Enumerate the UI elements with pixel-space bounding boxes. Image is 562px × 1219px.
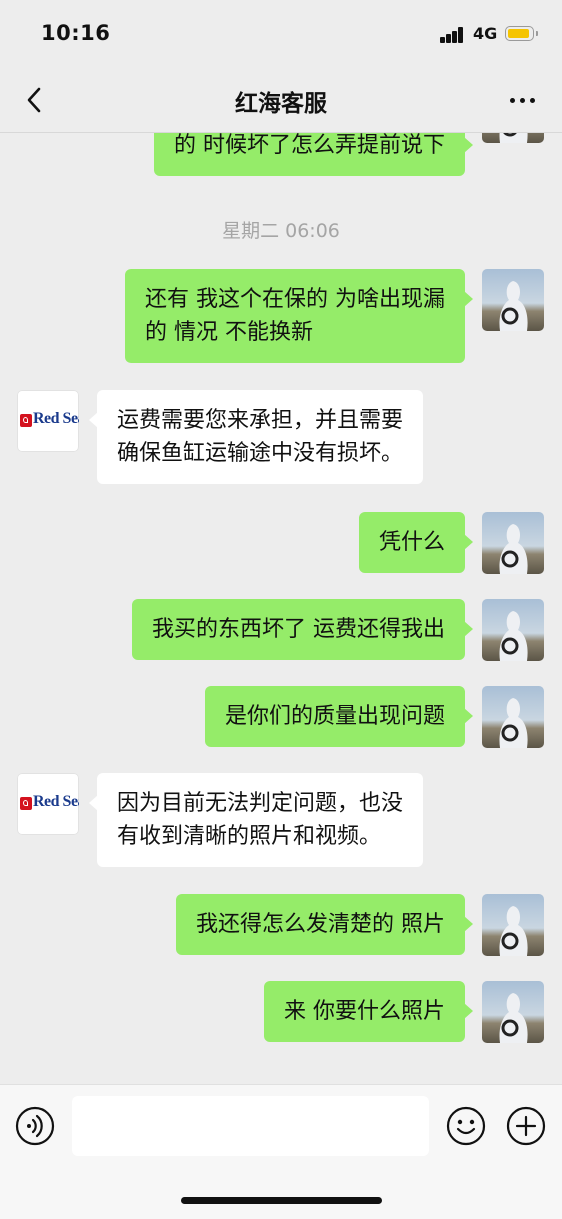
avatar[interactable] [482,599,544,661]
avatar[interactable] [482,981,544,1043]
avatar[interactable]: Red Sea [17,390,79,452]
page-title: 红海客服 [235,91,327,117]
battery-icon [505,26,538,41]
message-bubble[interactable]: 是你们的质量出现问题 [204,686,474,747]
message-bubble[interactable]: 还有 我这个在保的 为啥出现漏 的 情况 不能换新 [125,269,473,363]
avatar[interactable] [482,686,544,748]
message-input[interactable] [72,1096,429,1156]
network-type: 4G [473,24,498,43]
more-dots-icon[interactable] [504,86,540,114]
brand-logo-text: Red Sea [33,410,79,427]
message-bubble[interactable]: 我买的东西坏了 运费还得我出 [132,599,473,660]
signal-icon [440,27,468,43]
message-bubble[interactable]: 来 你要什么照片 [264,981,473,1042]
message-bubble[interactable]: 凭什么 [358,512,474,573]
redsea-logo-icon [20,414,32,427]
message-bubble[interactable]: 我还得怎么发清楚的 照片 [176,894,473,955]
nav-bar: 红海客服 [0,70,562,133]
avatar[interactable] [482,512,544,574]
status-time: 10:16 [41,21,111,45]
avatar[interactable]: Red Sea [17,773,79,835]
brand-logo-text: Red Sea [33,793,79,810]
plus-icon[interactable] [506,1106,546,1146]
message-bubble[interactable]: 因为目前无法判定问题，也没 有收到清晰的照片和视频。 [88,773,424,867]
avatar[interactable] [482,269,544,331]
home-indicator [181,1197,382,1204]
avatar[interactable] [482,894,544,956]
redsea-logo-icon [20,797,32,810]
emoji-icon[interactable] [446,1106,486,1146]
message-timestamp: 星期二 06:06 [222,220,340,242]
message-bubble[interactable]: 运费需要您来承担，并且需要 确保鱼缸运输途中没有损坏。 [88,390,424,484]
chat-area[interactable]: 的 时候坏了怎么弄提前说下 星期二 06:06 还有 我这个在保的 为啥出现漏 … [0,0,562,1084]
voice-icon[interactable] [15,1106,55,1146]
status-bar: 10:16 4G [0,0,562,70]
